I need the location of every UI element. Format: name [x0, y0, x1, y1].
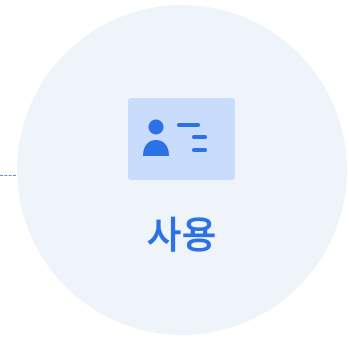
- process-step-use: 사용: [0, 0, 349, 338]
- id-card-icon: [128, 98, 235, 180]
- dashed-connector-line: [0, 175, 16, 176]
- step-label: 사용: [146, 214, 218, 257]
